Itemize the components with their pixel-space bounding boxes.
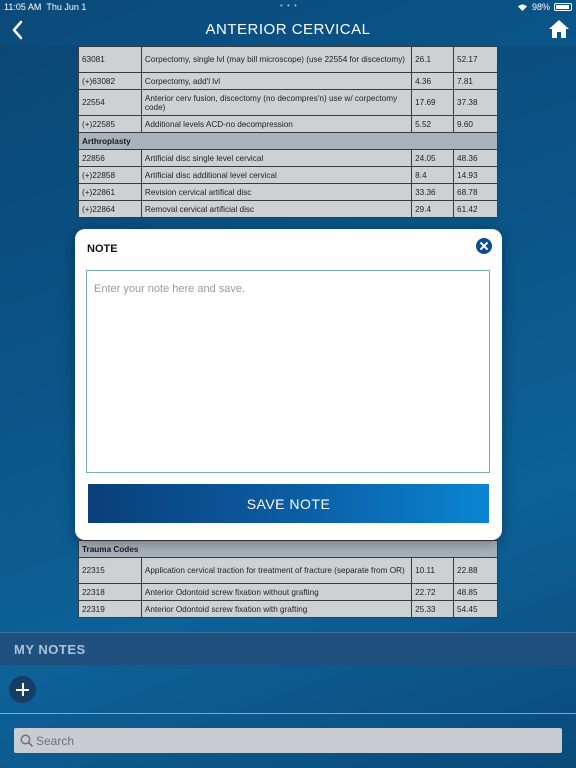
value-cell: 68.78 <box>453 183 498 201</box>
save-note-button[interactable]: SAVE NOTE <box>88 484 489 523</box>
value-cell: 25.33 <box>411 600 455 618</box>
value-cell: 26.1 <box>411 46 455 73</box>
value-cell: 4.36 <box>411 72 455 90</box>
description-cell: Anterior Odontoid screw fixation without… <box>140 583 413 601</box>
table-row[interactable]: 22318 Anterior Odontoid screw fixation w… <box>78 583 498 601</box>
codes-table-bottom: Trauma Codes 22315 Application cervical … <box>78 540 498 618</box>
description-cell: Corpectomy, single lvl (may bill microsc… <box>140 46 413 73</box>
value-cell: 52.17 <box>453 46 498 73</box>
value-cell: 61.42 <box>453 200 498 218</box>
table-row[interactable]: (+)22858 Artificial disc additional leve… <box>78 166 498 184</box>
value-cell: 8.4 <box>411 166 455 184</box>
code-cell: (+)22864 <box>78 200 142 218</box>
table-row[interactable]: 22856 Artificial disc single level cervi… <box>78 149 498 167</box>
section-header-row: Trauma Codes <box>78 540 498 558</box>
table-row[interactable]: (+)22864 Removal cervical artificial dis… <box>78 200 498 218</box>
note-modal: NOTE SAVE NOTE <box>75 229 502 540</box>
code-cell: (+)63082 <box>78 72 142 90</box>
description-cell: Application cervical traction for treatm… <box>140 557 413 584</box>
battery-text: 98% <box>531 2 550 12</box>
value-cell: 48.36 <box>453 149 498 167</box>
nav-bar: ANTERIOR CERVICAL <box>0 14 576 46</box>
description-cell: Revision cervical artifical disc <box>140 183 413 201</box>
section-title: Arthroplasty <box>78 132 498 150</box>
value-cell: 5.52 <box>411 115 455 133</box>
value-cell: 17.69 <box>411 89 455 116</box>
value-cell: 22.72 <box>411 583 455 601</box>
code-cell: 22319 <box>78 600 142 618</box>
table-row[interactable]: (+)63082 Corpectomy, add'l lvl 4.36 7.81 <box>78 72 498 90</box>
search-input[interactable] <box>36 731 556 750</box>
page-title: ANTERIOR CERVICAL <box>205 21 371 38</box>
section-title: Trauma Codes <box>78 540 498 558</box>
wifi-icon <box>517 4 527 11</box>
code-cell: 63081 <box>78 46 142 73</box>
table-row[interactable]: (+)22861 Revision cervical artifical dis… <box>78 183 498 201</box>
code-cell: (+)22861 <box>78 183 142 201</box>
my-notes-title: MY NOTES <box>14 642 86 657</box>
my-notes-header: MY NOTES <box>0 632 576 665</box>
close-icon[interactable] <box>476 238 492 254</box>
status-time: 11:05 AM Thu Jun 1 <box>4 2 86 12</box>
description-cell: Anterior Odontoid screw fixation with gr… <box>140 600 413 618</box>
value-cell: 24.05 <box>411 149 455 167</box>
value-cell: 10.11 <box>411 557 455 584</box>
value-cell: 37.38 <box>453 89 498 116</box>
multitask-dots: • • • <box>280 1 298 10</box>
home-icon[interactable] <box>548 18 570 40</box>
add-note-button[interactable] <box>9 676 36 703</box>
modal-title: NOTE <box>87 243 118 255</box>
code-cell: 22554 <box>78 89 142 116</box>
value-cell: 14.93 <box>453 166 498 184</box>
code-cell: 22315 <box>78 557 142 584</box>
search-icon <box>20 734 33 747</box>
value-cell: 48.85 <box>453 583 498 601</box>
code-cell: 22856 <box>78 149 142 167</box>
table-row[interactable]: 22319 Anterior Odontoid screw fixation w… <box>78 600 498 618</box>
value-cell: 9.60 <box>453 115 498 133</box>
table-row[interactable]: 22315 Application cervical traction for … <box>78 557 498 584</box>
description-cell: Additional levels ACD-no decompression <box>140 115 413 133</box>
table-row[interactable]: 63081 Corpectomy, single lvl (may bill m… <box>78 46 498 73</box>
search-bar[interactable] <box>14 728 562 753</box>
table-row[interactable]: (+)22585 Additional levels ACD-no decomp… <box>78 115 498 133</box>
codes-table-top: 63081 Corpectomy, single lvl (may bill m… <box>78 46 498 218</box>
table-row[interactable]: 22554 Anterior cerv fusion, discectomy (… <box>78 89 498 116</box>
battery-icon <box>554 3 572 11</box>
value-cell: 22.88 <box>453 557 498 584</box>
description-cell: Artificial disc single level cervical <box>140 149 413 167</box>
description-cell: Removal cervical artificial disc <box>140 200 413 218</box>
divider <box>0 713 576 714</box>
time-text: 11:05 AM <box>4 2 42 12</box>
section-header-row: Arthroplasty <box>78 132 498 150</box>
description-cell: Anterior cerv fusion, discectomy (no dec… <box>140 89 413 116</box>
description-cell: Artificial disc additional level cervica… <box>140 166 413 184</box>
value-cell: 54.45 <box>453 600 498 618</box>
code-cell: 22318 <box>78 583 142 601</box>
description-cell: Corpectomy, add'l lvl <box>140 72 413 90</box>
status-bar: 11:05 AM Thu Jun 1 • • • 98% <box>0 0 576 14</box>
status-right: 98% <box>517 2 572 12</box>
date-text: Thu Jun 1 <box>46 2 87 12</box>
value-cell: 33.36 <box>411 183 455 201</box>
code-cell: (+)22585 <box>78 115 142 133</box>
value-cell: 29.4 <box>411 200 455 218</box>
value-cell: 7.81 <box>453 72 498 90</box>
code-cell: (+)22858 <box>78 166 142 184</box>
note-textarea[interactable] <box>86 270 490 473</box>
